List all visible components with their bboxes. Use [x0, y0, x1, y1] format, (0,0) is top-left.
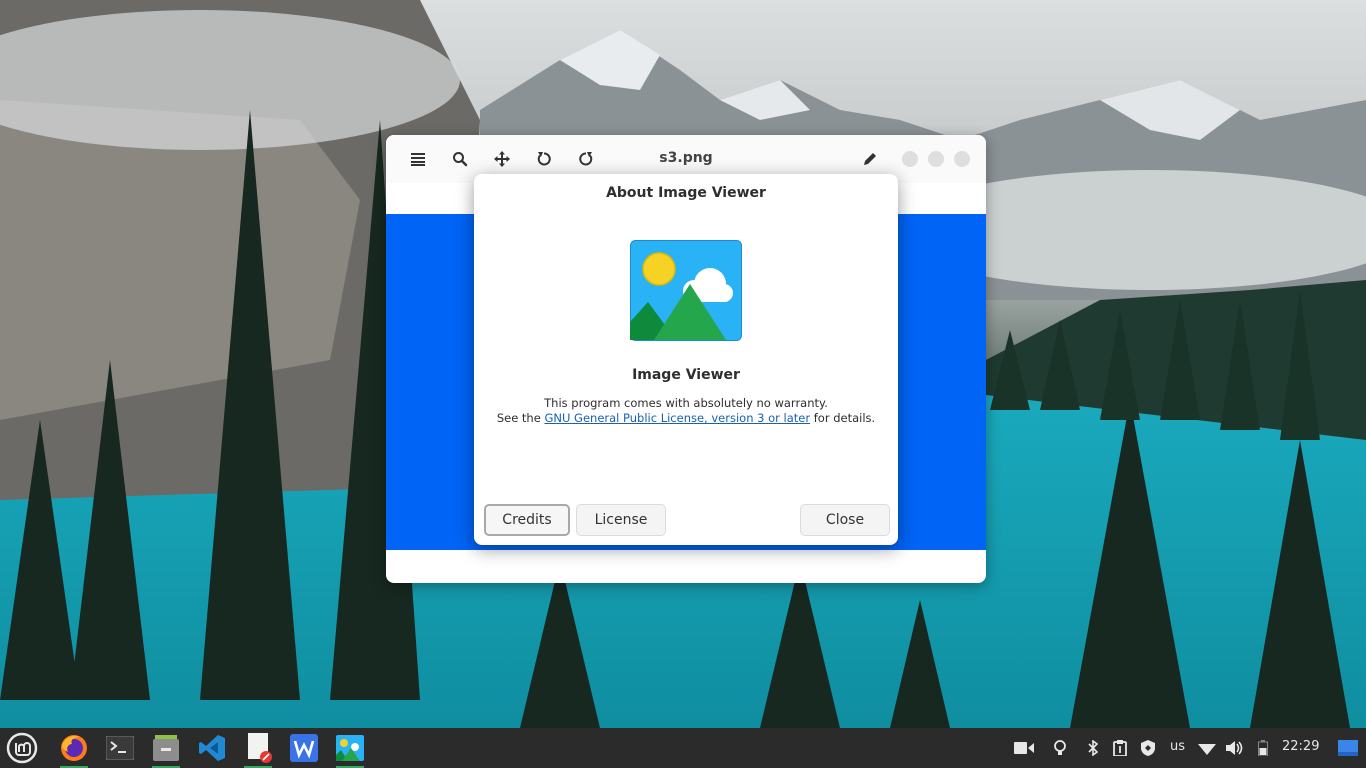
image-viewer-icon[interactable]	[330, 728, 370, 768]
license-suffix: for details.	[810, 411, 876, 425]
show-desktop-icon[interactable]	[1338, 740, 1358, 756]
license-prefix: See the	[496, 411, 545, 425]
clipboard-icon[interactable]	[1112, 740, 1128, 756]
files-icon[interactable]	[146, 728, 186, 768]
bluetooth-icon[interactable]	[1086, 740, 1100, 756]
license-line: See the GNU General Public License, vers…	[474, 411, 898, 426]
wifi-icon[interactable]	[1198, 740, 1216, 756]
app-name: Image Viewer	[632, 367, 740, 383]
rotate-left-icon[interactable]	[532, 147, 556, 171]
gpl-license-link[interactable]: GNU General Public License, version 3 or…	[544, 411, 810, 425]
image-viewer-app-icon	[630, 240, 742, 341]
vscode-icon[interactable]	[192, 728, 232, 768]
text-editor-icon[interactable]	[238, 728, 278, 768]
license-description: This program comes with absolutely no wa…	[474, 396, 898, 426]
camera-icon[interactable]	[1014, 740, 1034, 756]
about-dialog: About Image Viewer Image Viewer This pro…	[474, 174, 898, 545]
linux-mint-menu-icon[interactable]	[4, 728, 40, 768]
close-window-button[interactable]	[954, 151, 970, 167]
credits-button[interactable]: Credits	[484, 504, 570, 536]
close-button[interactable]: Close	[800, 504, 890, 536]
taskbar: us 22:29	[0, 728, 1366, 768]
minimize-button[interactable]	[902, 151, 918, 167]
move-icon[interactable]	[490, 147, 514, 171]
battery-icon[interactable]	[1256, 740, 1270, 756]
maximize-button[interactable]	[928, 151, 944, 167]
viewer-title: s3.png	[659, 150, 713, 166]
edit-icon[interactable]	[858, 147, 882, 171]
menu-icon[interactable]	[406, 147, 430, 171]
firefox-icon[interactable]	[54, 728, 94, 768]
volume-icon[interactable]	[1226, 740, 1244, 756]
warranty-text: This program comes with absolutely no wa…	[544, 396, 828, 410]
clock[interactable]: 22:29	[1282, 739, 1319, 754]
keyboard-layout-indicator[interactable]: us	[1170, 739, 1185, 754]
lightbulb-icon[interactable]	[1052, 740, 1068, 756]
license-button[interactable]: License	[576, 504, 666, 536]
wps-writer-icon[interactable]	[284, 728, 324, 768]
terminal-icon[interactable]	[100, 728, 140, 768]
search-icon[interactable]	[448, 147, 472, 171]
rotate-right-icon[interactable]	[574, 147, 598, 171]
dialog-title: About Image Viewer	[606, 185, 766, 201]
shield-icon[interactable]	[1139, 740, 1157, 756]
